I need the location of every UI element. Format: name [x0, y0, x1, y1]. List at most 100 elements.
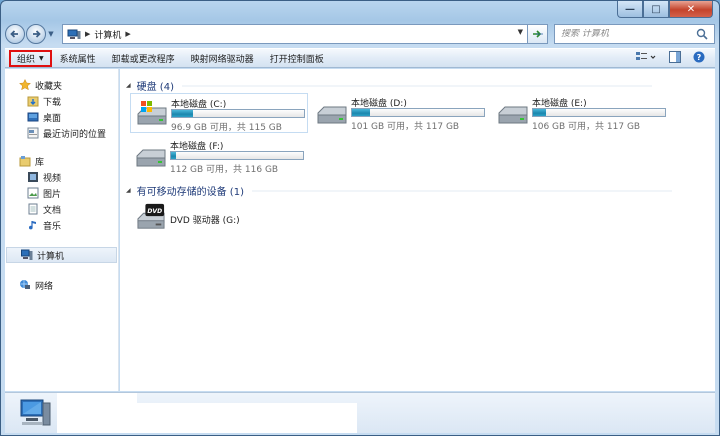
nav-label: 网络 — [35, 281, 54, 292]
view-options-icon — [636, 51, 656, 60]
explorer-window: — □ ✕ ▼ ▶ 计算机 ▶ ▼ 组织 ▼ 系统属性 — [0, 0, 720, 436]
group-header-removable[interactable]: ◢ 有可移动存储的设备 (1) — [126, 183, 672, 198]
nav-music[interactable]: 音乐 — [5, 217, 118, 233]
organize-button[interactable]: 组织 ▼ — [9, 49, 52, 67]
address-dropdown-icon[interactable]: ▼ — [518, 28, 523, 36]
hard-drive-icon — [498, 106, 528, 124]
forward-button[interactable] — [26, 24, 46, 44]
details-text-area — [57, 393, 137, 403]
documents-icon — [28, 203, 38, 215]
preview-pane-icon — [669, 50, 681, 63]
drive-usage-bar — [351, 108, 485, 117]
nav-desktop[interactable]: 桌面 — [5, 109, 118, 125]
collapse-triangle-icon[interactable]: ◢ — [126, 82, 131, 89]
refresh-button[interactable] — [528, 24, 548, 44]
breadcrumb-arrow-icon[interactable]: ▶ — [85, 30, 90, 38]
drive-free-space: 101 GB 可用，共 117 GB — [351, 122, 460, 132]
back-arrow-icon — [10, 30, 18, 38]
drive-f[interactable]: 本地磁盘 (F:) 112 GB 可用，共 116 GB — [130, 136, 308, 176]
help-icon: ? — [693, 51, 705, 62]
nav-label: 音乐 — [43, 221, 62, 232]
system-properties-button[interactable]: 系统属性 — [52, 48, 104, 68]
nav-label: 最近访问的位置 — [43, 129, 107, 140]
change-view-button[interactable] — [635, 51, 657, 66]
pictures-icon — [27, 187, 39, 199]
drive-free-space: 106 GB 可用，共 117 GB — [532, 122, 641, 132]
back-button[interactable] — [5, 24, 25, 44]
nav-label: 计算机 — [37, 251, 65, 262]
drive-c[interactable]: 本地磁盘 (C:) 96.9 GB 可用，共 115 GB — [130, 93, 308, 133]
drive-usage-fill — [172, 110, 194, 117]
group-divider — [251, 190, 672, 191]
minimize-button[interactable]: — — [617, 1, 643, 18]
help-button[interactable]: ? — [693, 51, 705, 66]
maximize-button[interactable]: □ — [643, 1, 669, 18]
uninstall-button[interactable]: 卸载或更改程序 — [104, 48, 183, 68]
network-icon — [20, 280, 30, 289]
content-pane: ◢ 硬盘 (4) 本地磁盘 (C:) 96.9 GB 可用，共 115 GB 本… — [120, 69, 715, 391]
dvd-drive-icon: DVD — [137, 203, 165, 229]
hard-drive-icon — [136, 149, 166, 167]
drive-free-space: 96.9 GB 可用，共 115 GB — [171, 123, 282, 133]
control-panel-button[interactable]: 打开控制面板 — [262, 48, 332, 68]
breadcrumb-arrow-icon[interactable]: ▶ — [125, 30, 130, 38]
drive-d[interactable]: 本地磁盘 (D:) 101 GB 可用，共 117 GB — [311, 93, 489, 133]
drive-e[interactable]: 本地磁盘 (E:) 106 GB 可用，共 117 GB — [492, 93, 670, 133]
nav-recent-places[interactable]: 最近访问的位置 — [5, 125, 118, 141]
recent-places-icon — [27, 127, 39, 139]
breadcrumb-computer[interactable]: 计算机 — [94, 28, 121, 41]
view-controls: ? — [635, 50, 715, 66]
drive-usage-fill — [533, 109, 547, 116]
nav-label: 收藏夹 — [35, 81, 63, 92]
chevron-down-icon: ▼ — [39, 54, 44, 62]
hard-drive-icon — [317, 106, 347, 124]
nav-label: 库 — [35, 157, 45, 168]
star-icon — [19, 79, 31, 91]
refresh-icon — [532, 30, 543, 38]
nav-computer[interactable]: 计算机 — [6, 247, 117, 263]
nav-label: 桌面 — [43, 113, 62, 124]
map-drive-button[interactable]: 映射网络驱动器 — [183, 48, 262, 68]
recent-pages-dropdown[interactable]: ▼ — [46, 30, 56, 38]
nav-pictures[interactable]: 图片 — [5, 185, 118, 201]
nav-favorites[interactable]: 收藏夹 — [5, 77, 118, 93]
nav-label: 下载 — [43, 97, 62, 108]
search-input[interactable] — [561, 29, 701, 39]
drive-usage-bar — [171, 109, 305, 118]
group-title: 硬盘 (4) — [136, 82, 174, 93]
search-icon[interactable] — [696, 28, 708, 40]
downloads-folder-icon — [27, 96, 39, 107]
drive-usage-fill — [171, 152, 176, 159]
drive-usage-fill — [352, 109, 371, 116]
nav-network[interactable]: 网络 — [5, 277, 118, 293]
search-box[interactable] — [554, 24, 715, 44]
details-pane — [5, 392, 715, 433]
address-bar[interactable]: ▶ 计算机 ▶ ▼ — [62, 24, 528, 44]
computer-icon — [21, 249, 33, 260]
group-title: 有可移动存储的设备 (1) — [136, 187, 244, 198]
nav-documents[interactable]: 文档 — [5, 201, 118, 217]
group-header-hard-disks[interactable]: ◢ 硬盘 (4) — [126, 78, 652, 93]
caption-buttons: — □ ✕ — [617, 1, 713, 18]
nav-label: 视频 — [43, 173, 62, 184]
computer-icon — [20, 399, 51, 426]
navigation-pane: 收藏夹 下载 桌面 最近访问的位置 库 视频 图片 文档 音乐 计算机 网络 — [5, 69, 119, 391]
libraries-icon — [19, 156, 31, 167]
nav-downloads[interactable]: 下载 — [5, 93, 118, 109]
dvd-logo-text: DVD — [147, 208, 162, 215]
drive-g-dvd[interactable]: DVD DVD 驱动器 (G:) — [130, 201, 308, 237]
collapse-triangle-icon[interactable]: ◢ — [126, 187, 131, 194]
preview-pane-button[interactable] — [669, 50, 681, 66]
group-divider — [181, 85, 652, 86]
videos-icon — [28, 172, 38, 182]
nav-videos[interactable]: 视频 — [5, 169, 118, 185]
command-bar: 组织 ▼ 系统属性 卸载或更改程序 映射网络驱动器 打开控制面板 ? — [5, 48, 715, 68]
nav-label: 图片 — [43, 189, 62, 200]
drive-free-space: 112 GB 可用，共 116 GB — [170, 165, 279, 175]
system-drive-icon — [137, 101, 167, 125]
details-text-area — [57, 403, 357, 433]
svg-text:?: ? — [697, 53, 702, 62]
close-button[interactable]: ✕ — [669, 1, 713, 18]
organize-label: 组织 — [17, 54, 36, 65]
nav-libraries[interactable]: 库 — [5, 153, 118, 169]
